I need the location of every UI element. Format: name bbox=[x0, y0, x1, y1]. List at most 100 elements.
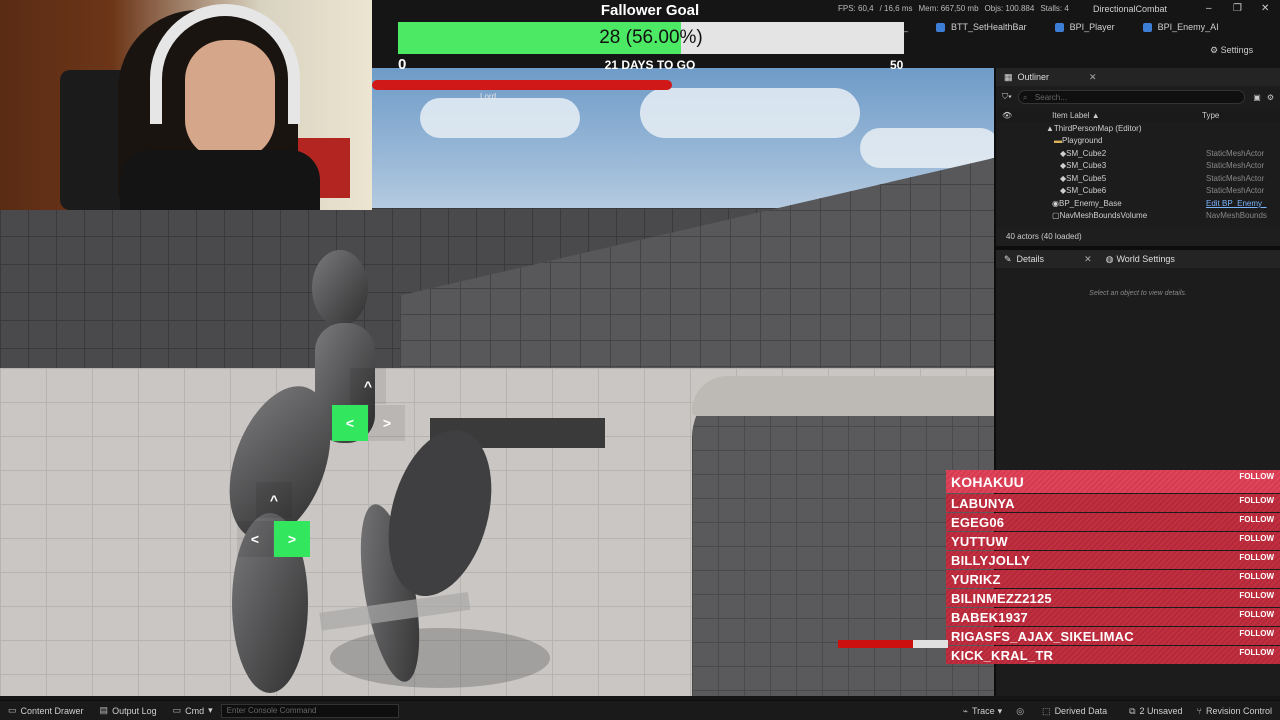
tree-row[interactable]: ▲ ThirdPersonMap (Editor) bbox=[996, 122, 1280, 135]
volume-icon: ▢ bbox=[1052, 211, 1060, 221]
tree-row[interactable]: ◉ BP_Enemy_Base Edit BP_Enemy_ bbox=[996, 197, 1280, 210]
follower-row: YURIKZ FOLLOW bbox=[946, 570, 1280, 588]
settings-button[interactable]: ⚙ Settings bbox=[1210, 45, 1253, 56]
goal-max: 50 bbox=[890, 58, 904, 72]
derived-data-button[interactable]: ⬚ Derived Data bbox=[1042, 706, 1107, 717]
follow-label: FOLLOW bbox=[1239, 553, 1274, 562]
tree-row[interactable]: ▬ Playground bbox=[996, 135, 1280, 148]
tree-row[interactable]: ◆ SM_Cube2 StaticMeshActor bbox=[996, 147, 1280, 160]
chevron-down-icon: ▾ bbox=[997, 705, 1003, 716]
tree-row[interactable]: ◆ SM_Cube6 StaticMeshActor bbox=[996, 185, 1280, 198]
boss-health-bar bbox=[372, 80, 672, 90]
filter-icon[interactable]: ⛉▾ bbox=[1002, 92, 1012, 102]
search-input[interactable]: ⌕ Search... bbox=[1017, 90, 1246, 104]
search-icon: ⌕ bbox=[1022, 93, 1028, 102]
goal-title: Fallower Goal bbox=[600, 2, 700, 19]
follow-label: FOLLOW bbox=[1239, 610, 1274, 619]
asset-tabs: al_ BTT_SetHealthBar BPI_Player BPI_Enem… bbox=[896, 22, 1247, 32]
unsaved-button[interactable]: ⧉ 2 Unsaved bbox=[1129, 706, 1182, 717]
outliner-icon: ▦ bbox=[1004, 71, 1013, 82]
cmd-dropdown[interactable]: ▭ Cmd ▾ bbox=[173, 705, 213, 716]
visibility-icon[interactable]: 👁 bbox=[1002, 111, 1012, 120]
column-item-label[interactable]: Item Label ▲ bbox=[1052, 111, 1100, 120]
chevron-down-icon: ▾ bbox=[208, 705, 213, 715]
outliner-header: ▦ Outliner ✕ bbox=[996, 68, 1280, 86]
outliner-column-header: 👁 Item Label ▲ Type bbox=[996, 108, 1280, 122]
close-icon[interactable]: ✕ bbox=[1084, 254, 1092, 265]
status-bar: ▭ Content Drawer ▤ Output Log ▭ Cmd ▾ Enter … bbox=[0, 700, 1280, 720]
map-icon: ▲ bbox=[1046, 123, 1054, 133]
follow-label: FOLLOW bbox=[1239, 591, 1274, 600]
pencil-icon: ✎ bbox=[1004, 253, 1012, 264]
outliner-footer: 40 actors (40 loaded) bbox=[996, 228, 1280, 246]
lower-left-arrow: < bbox=[237, 521, 273, 557]
follower-name: YURIKZ bbox=[951, 572, 1001, 587]
recent-followers-list: KOHAKUU FOLLOW LABUNYA FOLLOW EGEG06 FOLLOW YU… bbox=[946, 470, 1280, 666]
follower-name: BABEK1937 bbox=[951, 610, 1028, 625]
mannequin-character bbox=[229, 250, 492, 693]
derived-data-icon: ⬚ bbox=[1042, 705, 1051, 716]
content-drawer-button[interactable]: ▭ Content Drawer bbox=[8, 705, 84, 716]
actor-icon: ◉ bbox=[1052, 198, 1059, 208]
details-header: ✎ Details ✕ ◍ World Settings bbox=[996, 250, 1280, 268]
tree-row[interactable]: ◆ SM_Cube5 StaticMeshActor bbox=[996, 172, 1280, 185]
follower-name: RIGASFS_AJAX_SIKELIMAC bbox=[951, 629, 1134, 644]
follower-name: BILLYJOLLY bbox=[951, 553, 1031, 568]
edit-blueprint-link[interactable]: Edit BP_Enemy_ bbox=[1206, 199, 1266, 208]
follow-label: FOLLOW bbox=[1239, 629, 1274, 638]
follower-row: BABEK1937 FOLLOW bbox=[946, 608, 1280, 626]
lower-right-arrow-active: > bbox=[274, 521, 310, 557]
follower-row: BILINMEZZ2125 FOLLOW bbox=[946, 589, 1280, 607]
record-button[interactable]: ◎ bbox=[1016, 706, 1028, 717]
tree-row[interactable]: ◆ SM_Cube3 StaticMeshActor bbox=[996, 160, 1280, 173]
terminal-icon: ▭ bbox=[172, 705, 182, 715]
globe-icon: ◍ bbox=[1105, 253, 1114, 264]
follower-name: EGEG06 bbox=[951, 515, 1005, 530]
follower-row: YUTTUW FOLLOW bbox=[946, 532, 1280, 550]
maximize-button[interactable]: ❐ bbox=[1233, 3, 1242, 14]
column-type[interactable]: Type bbox=[1202, 111, 1219, 120]
outliner-title: Outliner bbox=[1017, 72, 1050, 82]
follower-row: BILLYJOLLY FOLLOW bbox=[946, 551, 1280, 569]
goal-min: 0 bbox=[398, 56, 407, 73]
webcam-overlay bbox=[0, 0, 372, 210]
blueprint-icon bbox=[1142, 22, 1152, 32]
gear-icon: ⚙ bbox=[1210, 45, 1221, 55]
console-command-input[interactable]: Enter Console Command bbox=[220, 703, 399, 718]
project-name: DirectionalCombat bbox=[1093, 4, 1168, 14]
blueprint-icon bbox=[1054, 22, 1064, 32]
revision-control-button[interactable]: ⑂ Revision Control bbox=[1197, 706, 1272, 716]
tree-row[interactable]: ▢ NavMeshBoundsVolume NavMeshBounds bbox=[996, 210, 1280, 223]
follow-label: FOLLOW bbox=[1239, 648, 1274, 657]
gear-icon[interactable]: ⚙ bbox=[1267, 93, 1274, 102]
close-window-button[interactable]: ✕ bbox=[1261, 3, 1269, 14]
tab-details[interactable]: Details bbox=[1017, 254, 1045, 264]
tab-btt-sethealthbar[interactable]: BTT_SetHealthBar bbox=[936, 22, 1027, 32]
unsaved-icon: ⧉ bbox=[1129, 705, 1136, 716]
folder-icon: ▬ bbox=[1054, 136, 1062, 146]
minimize-button[interactable]: – bbox=[1206, 3, 1212, 14]
outliner-toolbar: ⛉▾ ⌕ Search... ▣ ⚙ bbox=[996, 86, 1280, 108]
goal-progress-bar: 28 (56.00%) bbox=[398, 22, 904, 54]
tab-bpi-enemy-ai[interactable]: BPI_Enemy_AI bbox=[1142, 22, 1219, 32]
boss-name: Lord bbox=[480, 92, 497, 101]
follow-label: FOLLOW bbox=[1239, 534, 1274, 543]
follower-name: KOHAKUU bbox=[951, 474, 1024, 490]
enemy-health-bar bbox=[838, 640, 948, 648]
follower-name: KICK_KRAL_TR bbox=[951, 648, 1054, 663]
close-icon[interactable]: ✕ bbox=[1089, 72, 1097, 83]
outliner-tree: ▲ ThirdPersonMap (Editor) ▬ Playground ◆… bbox=[996, 122, 1280, 222]
trace-icon: ⌁ bbox=[962, 705, 968, 716]
follow-label: FOLLOW bbox=[1239, 572, 1274, 581]
goal-days-remaining: 21 DAYS TO GO bbox=[604, 58, 696, 72]
revision-control-icon: ⑂ bbox=[1196, 706, 1202, 716]
trace-button[interactable]: ⌁ Trace ▾ bbox=[963, 706, 1003, 717]
tab-world-settings[interactable]: World Settings bbox=[1116, 254, 1174, 264]
tab-bpi-player[interactable]: BPI_Player bbox=[1054, 22, 1115, 32]
add-folder-icon[interactable]: ▣ bbox=[1253, 93, 1261, 102]
follow-label: FOLLOW bbox=[1239, 472, 1274, 481]
unreal-editor-window: { "titlebar": { "stats": {"fps": "FPS: 6… bbox=[0, 0, 1280, 720]
follow-label: FOLLOW bbox=[1239, 496, 1274, 505]
output-log-button[interactable]: ▤ Output Log bbox=[100, 705, 157, 716]
follower-row: LABUNYA FOLLOW bbox=[946, 494, 1280, 512]
